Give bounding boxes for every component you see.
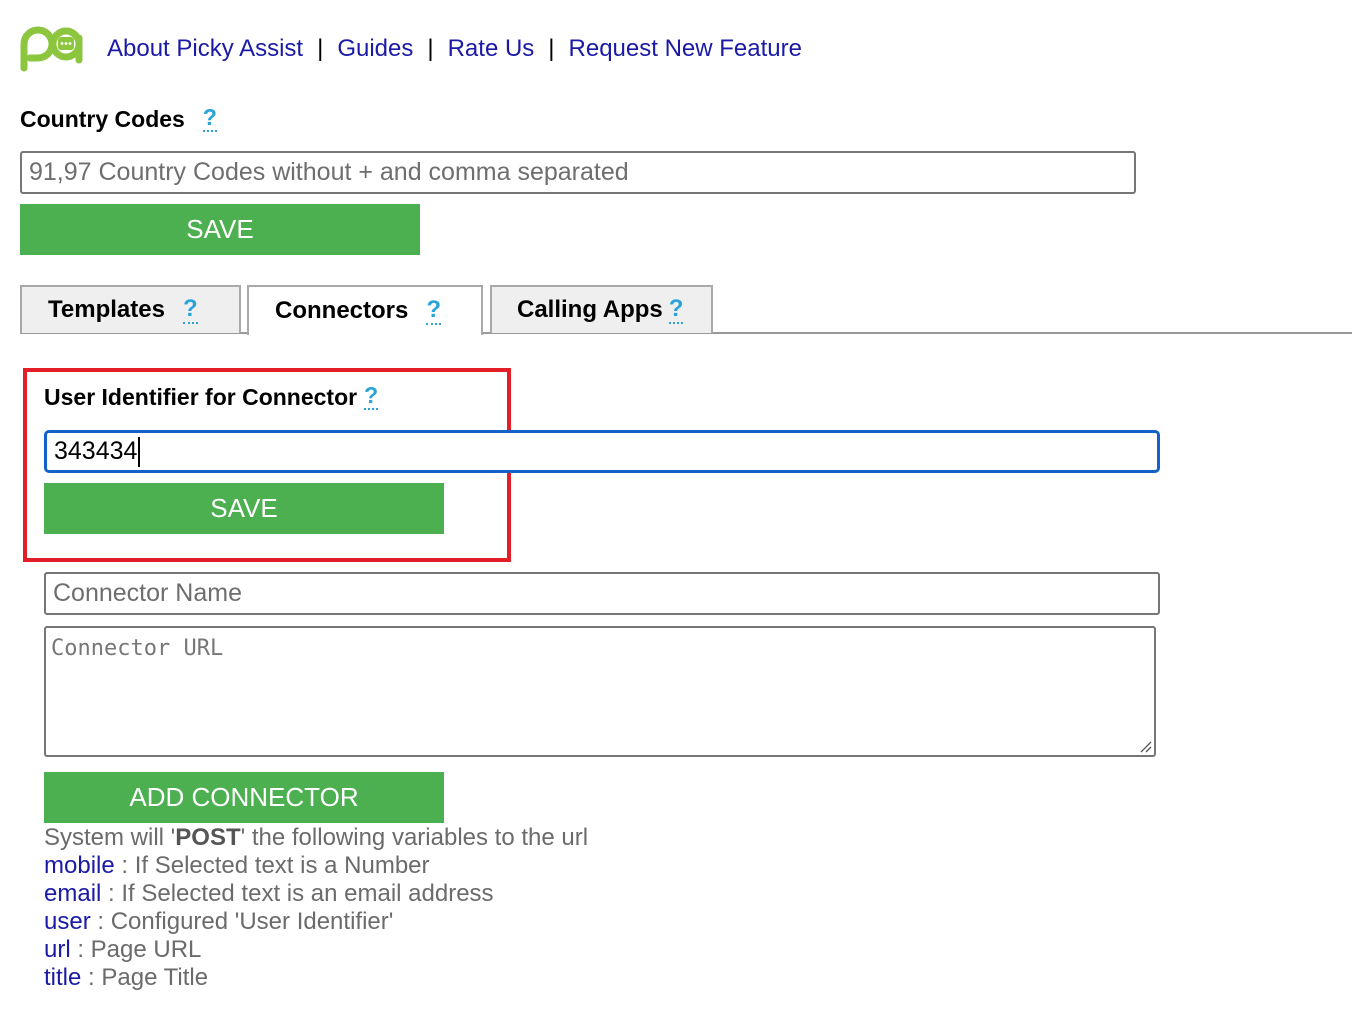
nav-separator: | — [317, 35, 324, 62]
resize-grip-icon[interactable] — [1138, 739, 1152, 753]
info-variable-mobile: mobile : If Selected text is a Number — [44, 852, 588, 880]
about-picky-assist-link[interactable]: About Picky Assist — [107, 35, 303, 63]
variable-key: url — [44, 936, 71, 963]
user-identifier-heading: User Identifier for Connector ? — [44, 382, 379, 412]
user-identifier-label: User Identifier for Connector — [44, 383, 358, 410]
info-variable-email: email : If Selected text is an email add… — [44, 880, 588, 908]
tab-connectors-label: Connectors — [275, 297, 409, 324]
variable-key: title — [44, 964, 82, 991]
variable-desc: : If Selected text is a Number — [114, 852, 430, 879]
tab-calling-apps-label: Calling Apps — [517, 296, 663, 323]
country-codes-placeholder: 91,97 Country Codes without + and comma … — [29, 158, 629, 186]
nav-separator: | — [427, 35, 434, 62]
country-codes-heading: Country Codes ? — [20, 104, 217, 134]
guides-link[interactable]: Guides — [337, 35, 413, 63]
picky-assist-logo-icon[interactable] — [18, 24, 86, 72]
connector-name-input[interactable]: Connector Name — [44, 572, 1160, 615]
country-codes-help-icon[interactable]: ? — [202, 106, 217, 132]
country-codes-label: Country Codes — [20, 105, 185, 132]
connector-name-placeholder: Connector Name — [53, 579, 242, 607]
tab-connectors-help-icon[interactable]: ? — [426, 297, 442, 325]
variable-desc: : Page URL — [70, 936, 202, 963]
tab-templates[interactable]: Templates ? — [20, 285, 241, 333]
text-caret — [138, 436, 141, 467]
rate-us-link[interactable]: Rate Us — [448, 35, 535, 63]
info-variable-user: user : Configured 'User Identifier' — [44, 908, 588, 936]
variable-key: email — [44, 880, 102, 907]
country-codes-save-button[interactable]: SAVE — [20, 204, 420, 255]
tab-calling-apps-help-icon[interactable]: ? — [668, 296, 684, 324]
top-nav: About Picky Assist | Guides | Rate Us | … — [107, 34, 802, 64]
variable-desc: : If Selected text is an email address — [101, 880, 494, 907]
connector-url-textarea[interactable]: Connector URL — [44, 626, 1156, 757]
user-identifier-value: 343434 — [54, 437, 138, 465]
info-intro-method: POST — [175, 824, 241, 851]
variable-desc: : Configured 'User Identifier' — [90, 908, 394, 935]
info-intro: System will 'POST' the following variabl… — [44, 824, 588, 852]
connector-url-placeholder: Connector URL — [51, 636, 224, 661]
variable-key: user — [44, 908, 91, 935]
tab-templates-help-icon[interactable]: ? — [182, 296, 198, 324]
user-identifier-input[interactable]: 343434 — [44, 430, 1160, 473]
variable-desc: : Page Title — [81, 964, 209, 991]
country-codes-input[interactable]: 91,97 Country Codes without + and comma … — [20, 151, 1136, 194]
tab-calling-apps[interactable]: Calling Apps ? — [490, 285, 713, 333]
info-intro-pre: System will ' — [44, 824, 176, 851]
request-new-feature-link[interactable]: Request New Feature — [569, 35, 802, 63]
info-variable-url: url : Page URL — [44, 936, 588, 964]
tab-connectors[interactable]: Connectors ? — [247, 285, 483, 335]
post-variables-info: System will 'POST' the following variabl… — [44, 824, 588, 992]
info-variable-title: title : Page Title — [44, 964, 588, 992]
info-intro-post: ' the following variables to the url — [240, 824, 589, 851]
add-connector-button[interactable]: ADD CONNECTOR — [44, 772, 444, 823]
user-identifier-save-button[interactable]: SAVE — [44, 483, 444, 534]
tab-templates-label: Templates — [48, 296, 165, 323]
user-identifier-help-icon[interactable]: ? — [364, 384, 379, 410]
nav-separator: | — [548, 35, 555, 62]
variable-key: mobile — [44, 852, 115, 879]
